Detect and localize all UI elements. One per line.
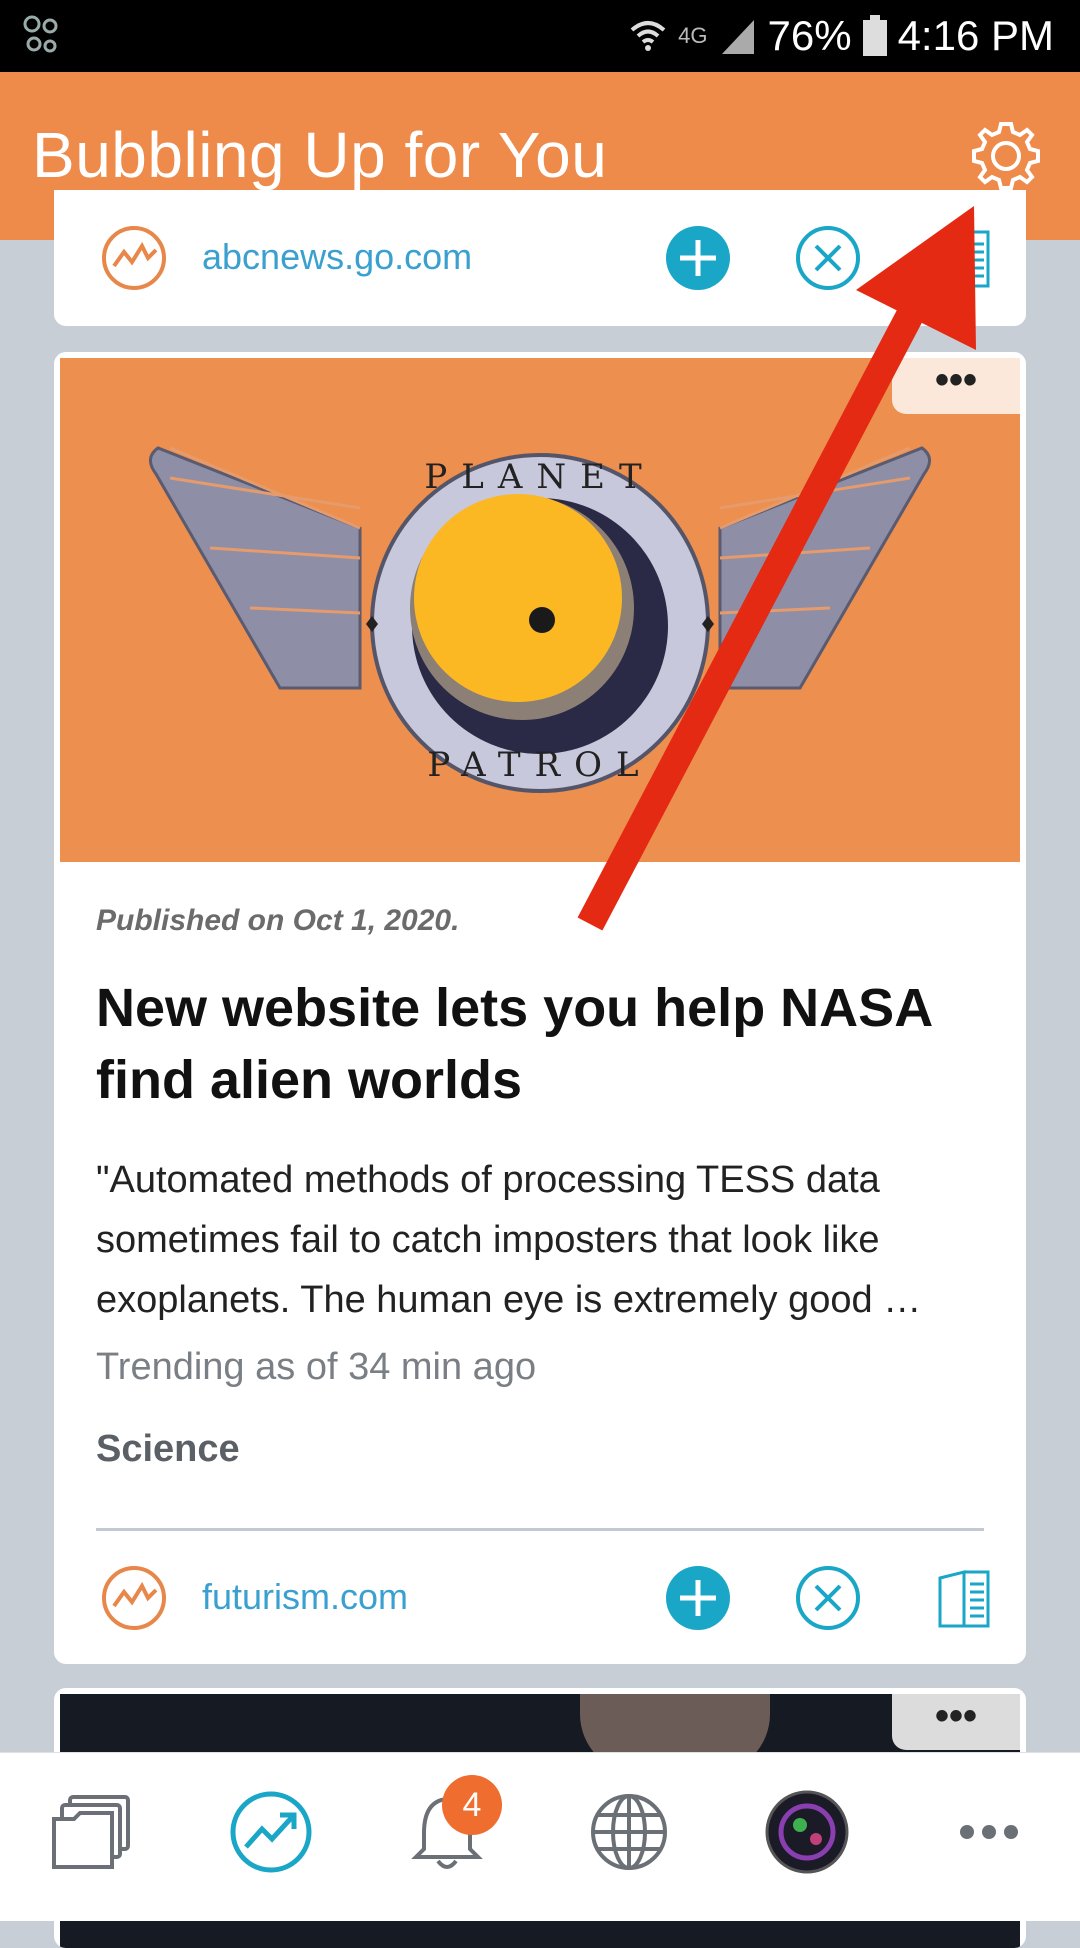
left-wing bbox=[149, 446, 362, 690]
trend-source-icon bbox=[102, 1566, 166, 1630]
trending-time: Trending as of 34 min ago bbox=[96, 1346, 537, 1388]
story-image[interactable]: PLANET PATROL bbox=[60, 358, 1020, 862]
divider bbox=[96, 1528, 984, 1531]
clock: 4:16 PM bbox=[897, 12, 1054, 59]
read-icon[interactable] bbox=[930, 1564, 998, 1632]
more-icon[interactable] bbox=[946, 1789, 1032, 1875]
notification-badge: 4 bbox=[442, 1775, 502, 1835]
battery-icon bbox=[862, 15, 887, 56]
source-row: abcnews.go.com bbox=[54, 202, 1026, 312]
more-options-button[interactable]: ••• bbox=[892, 358, 1020, 414]
right-wing bbox=[718, 446, 931, 690]
add-icon[interactable] bbox=[664, 224, 732, 292]
network-type: 4G bbox=[678, 23, 708, 48]
story-excerpt: "Automated methods of processing TESS da… bbox=[96, 1159, 922, 1321]
story-headline[interactable]: New website lets you help NASA find alie… bbox=[96, 972, 996, 1116]
status-bar: 4G 76% 4:16 PM bbox=[0, 0, 1080, 72]
story-category: Science bbox=[96, 1428, 240, 1470]
story-card: abcnews.go.com bbox=[54, 190, 1026, 326]
page-title: Bubbling Up for You bbox=[32, 119, 608, 191]
app-notification-icon bbox=[23, 15, 58, 53]
published-date: Published on Oct 1, 2020. bbox=[96, 904, 460, 937]
more-options-button[interactable]: ••• bbox=[892, 1694, 1020, 1750]
dismiss-icon[interactable] bbox=[794, 224, 862, 292]
story-card-main[interactable]: PLANET PATROL ••• Published on Oct 1, 20… bbox=[54, 352, 1026, 1664]
source-link[interactable]: abcnews.go.com bbox=[202, 236, 472, 278]
gear-icon[interactable] bbox=[968, 118, 1044, 194]
avatar[interactable] bbox=[764, 1789, 850, 1875]
add-icon[interactable] bbox=[664, 1564, 732, 1632]
logo-text-top: PLANET bbox=[424, 457, 655, 497]
signal-icon bbox=[721, 20, 754, 54]
source-link[interactable]: futurism.com bbox=[202, 1576, 408, 1618]
dismiss-icon[interactable] bbox=[794, 1564, 862, 1632]
folders-icon[interactable] bbox=[48, 1789, 134, 1875]
battery-percent: 76% bbox=[767, 12, 852, 59]
logo-text-bottom: PATROL bbox=[427, 745, 652, 785]
globe-icon[interactable] bbox=[586, 1789, 672, 1875]
source-row: futurism.com bbox=[54, 1542, 1026, 1652]
wifi-icon bbox=[630, 21, 666, 51]
trend-source-icon bbox=[102, 226, 166, 290]
bottom-nav: 4 bbox=[0, 1752, 1080, 1921]
planet-patrol-logo: PLANET PATROL bbox=[149, 446, 931, 793]
trending-icon[interactable] bbox=[228, 1789, 314, 1875]
read-icon[interactable] bbox=[930, 224, 998, 292]
